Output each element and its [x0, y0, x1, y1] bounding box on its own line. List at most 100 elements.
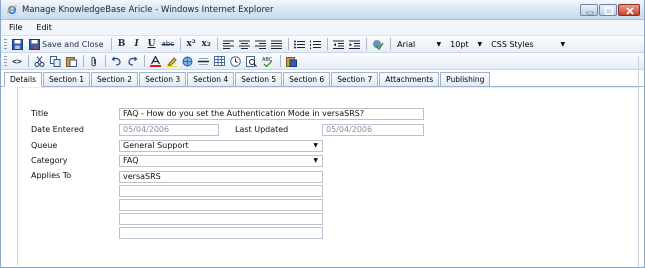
- category-select[interactable]: FAQ ▼: [119, 155, 323, 167]
- spellcheck-button[interactable]: [370, 37, 386, 51]
- insert-table-button[interactable]: [212, 54, 227, 68]
- applies-to-field-4[interactable]: [119, 213, 323, 225]
- formatting-toolbar: Save and Close B I U abc x² x₂ Arial ▼ 1…: [1, 36, 644, 53]
- preview-button[interactable]: [244, 54, 259, 68]
- tab-section-2[interactable]: Section 2: [91, 72, 139, 86]
- window-right-edge: [638, 56, 644, 267]
- applies-to-field-1[interactable]: versaSRS: [119, 171, 323, 183]
- save-icon: [12, 38, 23, 50]
- bold-button[interactable]: B: [115, 37, 129, 51]
- save-close-icon: [29, 38, 40, 50]
- cut-button[interactable]: [32, 54, 47, 68]
- toolbar-separator: [327, 38, 329, 50]
- toolbar-separator: [280, 55, 281, 67]
- align-left-icon: [223, 40, 235, 49]
- undo-icon: [111, 56, 121, 66]
- maximize-icon: [604, 7, 614, 15]
- italic-button[interactable]: I: [130, 37, 144, 51]
- font-color-button[interactable]: [148, 54, 163, 68]
- toolbar-separator: [217, 38, 219, 50]
- tab-section-5[interactable]: Section 5: [235, 72, 283, 86]
- menu-bar: File Edit: [1, 20, 644, 36]
- outdent-button[interactable]: [331, 37, 346, 51]
- tab-publishing[interactable]: Publishing: [440, 72, 491, 86]
- paste-word-button[interactable]: [284, 54, 299, 68]
- applies-to-field-3[interactable]: [119, 199, 323, 211]
- superscript-button[interactable]: x²: [184, 37, 198, 51]
- indent-button[interactable]: [347, 37, 362, 51]
- queue-select[interactable]: General Support ▼: [119, 140, 323, 152]
- bullet-list-button[interactable]: [292, 37, 307, 51]
- magnifier-icon: [246, 55, 257, 67]
- attach-button[interactable]: [87, 54, 101, 68]
- tab-section-6[interactable]: Section 6: [283, 72, 331, 86]
- horizontal-rule-button[interactable]: [196, 54, 211, 68]
- font-family-select[interactable]: Arial ▼: [394, 38, 444, 51]
- copy-icon: [50, 55, 61, 67]
- numbered-list-icon: [310, 40, 322, 49]
- toolbar-separator: [83, 55, 84, 67]
- date-entered-label: Date Entered: [31, 125, 84, 134]
- align-center-button[interactable]: [237, 37, 252, 51]
- copy-button[interactable]: [48, 54, 63, 68]
- applies-to-field-5[interactable]: [119, 227, 323, 239]
- font-family-value: Arial: [397, 39, 416, 49]
- close-icon: [626, 7, 634, 15]
- toolbar-grip[interactable]: [4, 38, 7, 50]
- toolbar-separator: [390, 38, 392, 50]
- abc-check-icon: ABC: [262, 57, 273, 67]
- save-and-close-button[interactable]: Save and Close: [26, 37, 107, 51]
- align-right-button[interactable]: [253, 37, 268, 51]
- insert-link-button[interactable]: [180, 54, 195, 68]
- title-field[interactable]: FAQ - How do you set the Authentication …: [119, 108, 424, 120]
- editing-toolbar: <> ABC: [1, 53, 644, 70]
- tab-section-1[interactable]: Section 1: [43, 72, 91, 86]
- align-left-button[interactable]: [221, 37, 236, 51]
- insert-date-button[interactable]: [228, 54, 243, 68]
- toolbar-separator: [366, 38, 368, 50]
- paste-button[interactable]: [64, 54, 79, 68]
- redo-icon: [128, 56, 138, 66]
- table-icon: [214, 56, 225, 66]
- menu-file[interactable]: File: [9, 23, 22, 32]
- toolbar-separator: [144, 55, 145, 67]
- close-button[interactable]: [618, 4, 640, 16]
- justify-button[interactable]: [269, 37, 284, 51]
- html-source-button[interactable]: <>: [10, 54, 24, 68]
- underline-button[interactable]: U: [145, 37, 159, 51]
- spelling-button[interactable]: ABC: [260, 54, 276, 68]
- chevron-down-icon: ▼: [313, 142, 318, 149]
- toolbar-grip[interactable]: [4, 55, 7, 67]
- chevron-down-icon: ▼: [477, 40, 483, 48]
- window-controls: [580, 4, 640, 16]
- tab-section-4[interactable]: Section 4: [187, 72, 235, 86]
- subscript-button[interactable]: x₂: [199, 37, 213, 51]
- highlighter-icon: [166, 56, 177, 67]
- tab-section-7[interactable]: Section 7: [331, 72, 379, 86]
- strikethrough-button[interactable]: abc: [160, 37, 177, 51]
- tab-details[interactable]: Details: [4, 72, 43, 87]
- tab-attachments[interactable]: Attachments: [379, 72, 440, 86]
- tab-section-3[interactable]: Section 3: [139, 72, 187, 86]
- indent-icon: [349, 40, 361, 49]
- highlight-button[interactable]: [164, 54, 179, 68]
- toolbar-separator: [105, 55, 106, 67]
- toolbar-separator: [288, 38, 290, 50]
- redo-button[interactable]: [125, 54, 140, 68]
- save-button[interactable]: [10, 37, 25, 51]
- minimize-button[interactable]: [580, 4, 598, 16]
- toolbar-separator: [28, 55, 29, 67]
- applies-to-field-2[interactable]: [119, 185, 323, 197]
- chevron-down-icon: ▼: [560, 40, 566, 48]
- justify-icon: [271, 40, 283, 49]
- details-panel: Title FAQ - How do you set the Authentic…: [17, 87, 640, 265]
- menu-edit[interactable]: Edit: [36, 23, 52, 32]
- font-size-select[interactable]: 10pt ▼: [447, 38, 485, 51]
- css-styles-select[interactable]: CSS Styles ▼: [488, 38, 568, 51]
- clock-icon: [230, 55, 241, 67]
- category-label: Category: [31, 156, 68, 165]
- maximize-button[interactable]: [599, 4, 617, 16]
- minimize-icon: [586, 11, 594, 15]
- undo-button[interactable]: [109, 54, 124, 68]
- numbered-list-button[interactable]: [308, 37, 323, 51]
